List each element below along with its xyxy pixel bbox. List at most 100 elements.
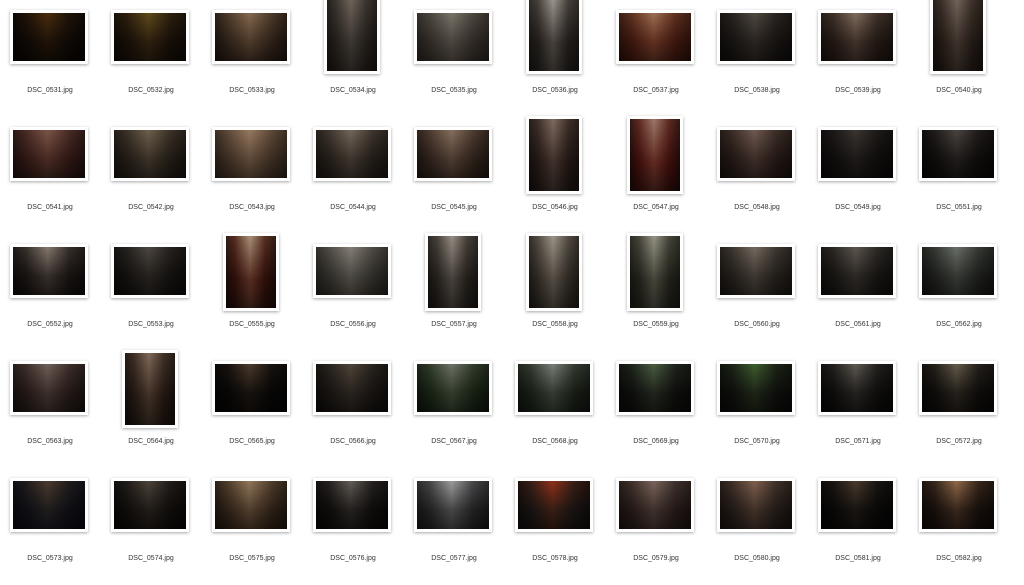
- file-item[interactable]: DSC_0559.jpg: [606, 233, 706, 351]
- file-thumbnail[interactable]: [10, 10, 88, 64]
- file-item[interactable]: DSC_0555.jpg: [202, 233, 302, 351]
- file-item[interactable]: DSC_0567.jpg: [404, 351, 504, 468]
- file-thumbnail[interactable]: [616, 10, 694, 64]
- file-thumbnail[interactable]: [425, 233, 481, 311]
- file-thumbnail[interactable]: [313, 361, 391, 415]
- file-item[interactable]: DSC_0575.jpg: [202, 468, 302, 585]
- file-thumbnail[interactable]: [414, 478, 492, 532]
- file-thumbnail[interactable]: [627, 116, 683, 194]
- file-thumbnail[interactable]: [414, 10, 492, 64]
- file-thumbnail[interactable]: [526, 116, 582, 194]
- file-thumbnail[interactable]: [122, 350, 178, 428]
- file-item[interactable]: DSC_0544.jpg: [303, 117, 403, 234]
- file-item[interactable]: DSC_0556.jpg: [303, 234, 403, 351]
- file-item[interactable]: DSC_0548.jpg: [707, 117, 807, 234]
- file-thumbnail[interactable]: [10, 244, 88, 298]
- file-thumbnail[interactable]: [717, 127, 795, 181]
- file-thumbnail[interactable]: [717, 478, 795, 532]
- file-item[interactable]: DSC_0545.jpg: [404, 117, 504, 234]
- file-item[interactable]: DSC_0551.jpg: [909, 117, 1009, 234]
- file-thumbnail[interactable]: [717, 244, 795, 298]
- file-thumbnail[interactable]: [818, 361, 896, 415]
- file-item[interactable]: DSC_0549.jpg: [808, 117, 908, 234]
- file-item[interactable]: DSC_0568.jpg: [505, 351, 605, 468]
- file-thumbnail[interactable]: [515, 361, 593, 415]
- file-item[interactable]: DSC_0577.jpg: [404, 468, 504, 585]
- file-thumbnail[interactable]: [111, 478, 189, 532]
- file-item[interactable]: DSC_0543.jpg: [202, 117, 302, 234]
- file-item[interactable]: DSC_0561.jpg: [808, 234, 908, 351]
- file-item[interactable]: DSC_0580.jpg: [707, 468, 807, 585]
- file-thumbnail[interactable]: [324, 0, 380, 74]
- file-item[interactable]: DSC_0573.jpg: [0, 468, 100, 585]
- file-thumbnail[interactable]: [10, 361, 88, 415]
- file-thumbnail[interactable]: [10, 127, 88, 181]
- file-item[interactable]: DSC_0540.jpg: [909, 0, 1009, 117]
- file-thumbnail[interactable]: [919, 127, 997, 181]
- file-thumbnail[interactable]: [818, 127, 896, 181]
- file-item[interactable]: DSC_0570.jpg: [707, 351, 807, 468]
- file-item[interactable]: DSC_0564.jpg: [101, 350, 201, 468]
- file-thumbnail[interactable]: [414, 361, 492, 415]
- file-thumbnail[interactable]: [526, 233, 582, 311]
- file-item[interactable]: DSC_0582.jpg: [909, 468, 1009, 585]
- file-item[interactable]: DSC_0539.jpg: [808, 0, 908, 117]
- file-item[interactable]: DSC_0547.jpg: [606, 116, 706, 234]
- file-item[interactable]: DSC_0557.jpg: [404, 233, 504, 351]
- file-thumbnail[interactable]: [414, 127, 492, 181]
- file-thumbnail[interactable]: [919, 478, 997, 532]
- file-thumbnail[interactable]: [212, 361, 290, 415]
- file-thumbnail[interactable]: [717, 10, 795, 64]
- file-item[interactable]: DSC_0571.jpg: [808, 351, 908, 468]
- file-item[interactable]: DSC_0535.jpg: [404, 0, 504, 117]
- file-item[interactable]: DSC_0572.jpg: [909, 351, 1009, 468]
- file-item[interactable]: DSC_0576.jpg: [303, 468, 403, 585]
- file-item[interactable]: DSC_0542.jpg: [101, 117, 201, 234]
- file-thumbnail[interactable]: [212, 478, 290, 532]
- file-item[interactable]: DSC_0537.jpg: [606, 0, 706, 117]
- file-item[interactable]: DSC_0562.jpg: [909, 234, 1009, 351]
- file-thumbnail[interactable]: [10, 478, 88, 532]
- file-item[interactable]: DSC_0565.jpg: [202, 351, 302, 468]
- file-item[interactable]: DSC_0541.jpg: [0, 117, 100, 234]
- file-thumbnail[interactable]: [616, 478, 694, 532]
- file-thumbnail[interactable]: [919, 361, 997, 415]
- file-item[interactable]: DSC_0546.jpg: [505, 116, 605, 234]
- file-item[interactable]: DSC_0531.jpg: [0, 0, 100, 117]
- file-thumbnail[interactable]: [313, 127, 391, 181]
- file-item[interactable]: DSC_0574.jpg: [101, 468, 201, 585]
- file-item[interactable]: DSC_0534.jpg: [303, 0, 403, 117]
- file-item[interactable]: DSC_0553.jpg: [101, 234, 201, 351]
- file-item[interactable]: DSC_0560.jpg: [707, 234, 807, 351]
- file-thumbnail[interactable]: [515, 478, 593, 532]
- file-thumbnail[interactable]: [313, 478, 391, 532]
- file-thumbnail[interactable]: [818, 478, 896, 532]
- file-thumbnail[interactable]: [212, 10, 290, 64]
- file-thumbnail[interactable]: [616, 361, 694, 415]
- file-thumbnail[interactable]: [111, 10, 189, 64]
- file-item[interactable]: DSC_0536.jpg: [505, 0, 605, 117]
- file-thumbnail[interactable]: [627, 233, 683, 311]
- file-thumbnail[interactable]: [818, 244, 896, 298]
- file-item[interactable]: DSC_0532.jpg: [101, 0, 201, 117]
- file-item[interactable]: DSC_0578.jpg: [505, 468, 605, 585]
- file-thumbnail[interactable]: [818, 10, 896, 64]
- file-item[interactable]: DSC_0566.jpg: [303, 351, 403, 468]
- file-item[interactable]: DSC_0538.jpg: [707, 0, 807, 117]
- file-item[interactable]: DSC_0579.jpg: [606, 468, 706, 585]
- file-thumbnail[interactable]: [111, 244, 189, 298]
- file-thumbnail[interactable]: [930, 0, 986, 74]
- file-thumbnail[interactable]: [526, 0, 582, 74]
- file-item[interactable]: DSC_0558.jpg: [505, 233, 605, 351]
- file-item[interactable]: DSC_0581.jpg: [808, 468, 908, 585]
- file-thumbnail[interactable]: [223, 233, 279, 311]
- file-item[interactable]: DSC_0569.jpg: [606, 351, 706, 468]
- file-thumbnail[interactable]: [212, 127, 290, 181]
- file-item[interactable]: DSC_0563.jpg: [0, 351, 100, 468]
- file-thumbnail[interactable]: [717, 361, 795, 415]
- file-thumbnail[interactable]: [313, 244, 391, 298]
- file-item[interactable]: DSC_0533.jpg: [202, 0, 302, 117]
- file-thumbnail[interactable]: [919, 244, 997, 298]
- file-thumbnail[interactable]: [111, 127, 189, 181]
- file-item[interactable]: DSC_0552.jpg: [0, 234, 100, 351]
